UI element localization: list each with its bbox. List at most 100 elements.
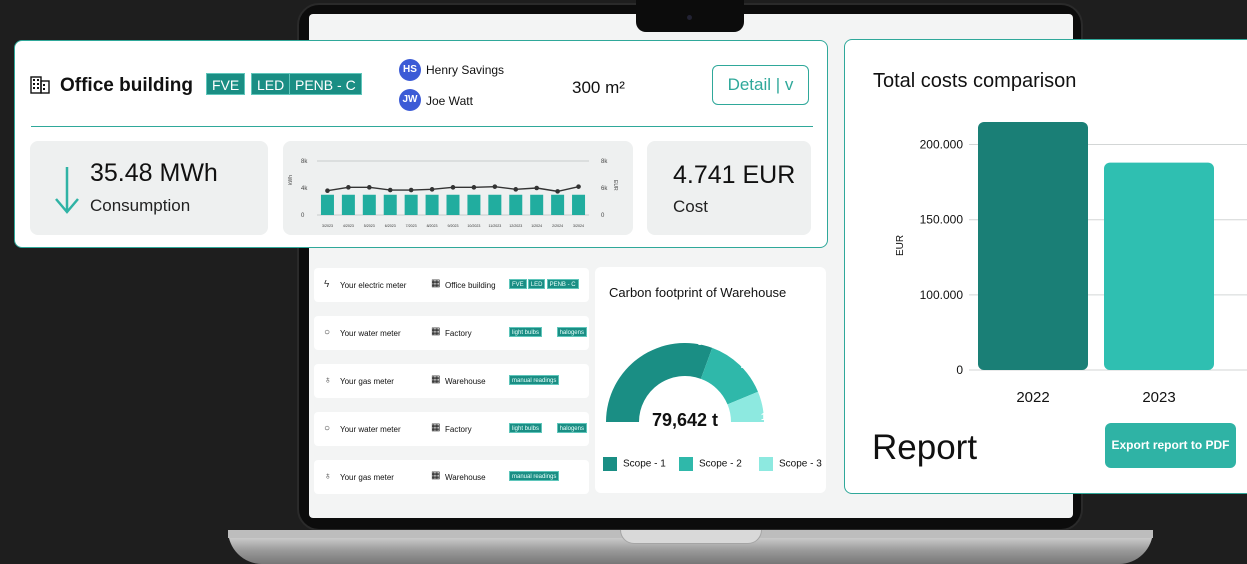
mini-line-point <box>471 185 477 190</box>
legend-scope-2: Scope - 2 <box>679 457 742 471</box>
costs-y-tick: 150.000 <box>920 213 964 227</box>
gas-flame-icon: ♁ <box>324 375 332 386</box>
tag-led[interactable]: LED <box>251 73 291 95</box>
building-icon: ▦ <box>431 422 441 433</box>
mini-line-point <box>325 188 330 193</box>
building-icon: ▦ <box>431 278 441 289</box>
report-title: Report <box>872 428 978 467</box>
mini-chart-svg: 8k 4k 0 8k 6k 0 kWh EUR 3/2023 4/2023 5/2023 6/2023… <box>288 159 618 228</box>
meter-building: Warehouse <box>445 473 486 482</box>
costs-y-tick: 0 <box>956 363 963 377</box>
cost-value: 4.741 EUR <box>673 161 796 189</box>
legend-label: Scope - 1 <box>623 458 666 470</box>
export-pdf-button[interactable]: Export report to PDF <box>1105 423 1236 468</box>
meter-tag[interactable]: manual readings <box>509 375 560 385</box>
mini-x-tick: 3/2023 <box>322 224 333 228</box>
mini-bar <box>467 194 481 215</box>
meter-name: Your water meter <box>340 425 401 434</box>
mini-left-axis-label: kWh <box>288 175 294 185</box>
meter-tag[interactable]: FVE <box>509 279 527 289</box>
carbon-footprint-card: Carbon footprint of Warehouse 61.2% 26.3%… <box>595 267 826 493</box>
consumption-box: 35.48 MWh Consumption <box>30 141 268 235</box>
person-name: Henry Savings <box>426 63 505 77</box>
tag-fve[interactable]: FVE <box>206 73 246 95</box>
consumption-mini-chart: 8k 4k 0 8k 6k 0 kWh EUR 3/2023 4/2023 5/2023 6/2023… <box>283 141 633 235</box>
mini-x-tick: 5/2023 <box>364 224 375 228</box>
mini-left-tick: 0 <box>301 213 305 219</box>
water-drop-icon: ○ <box>324 327 331 338</box>
costs-x-tick: 2022 <box>1016 389 1049 406</box>
meter-tag[interactable]: light bulbs <box>509 423 543 433</box>
meter-name: Your gas meter <box>340 377 394 386</box>
costs-bar <box>978 122 1088 370</box>
meter-row[interactable]: ♁ Your gas meter ▦ Warehouse manual readings <box>314 364 589 398</box>
mini-line-point <box>555 189 560 194</box>
costs-y-axis-label: EUR <box>895 235 906 256</box>
meter-name: Your water meter <box>340 329 401 338</box>
mini-x-tick: 2/2024 <box>552 224 563 228</box>
mini-x-tick: 9/2023 <box>448 224 459 228</box>
meter-tag[interactable]: PENB - C <box>546 279 579 289</box>
meter-row[interactable]: ♁ Your gas meter ▦ Warehouse manual readings <box>314 460 589 494</box>
tag-penb[interactable]: PENB - C <box>289 73 362 95</box>
legend-swatch <box>603 457 617 471</box>
building-icon: ▦ <box>431 374 441 385</box>
mini-left-tick: 4k <box>301 186 308 192</box>
laptop-notch <box>636 0 744 32</box>
building-area: 300 m² <box>572 78 625 97</box>
gas-flame-icon: ♁ <box>324 471 332 482</box>
carbon-total: 79,642 t <box>651 410 719 430</box>
legend-swatch <box>679 457 693 471</box>
mini-line-point <box>367 185 372 190</box>
meter-building: Factory <box>445 425 472 434</box>
mini-line-point <box>576 184 581 189</box>
arrow-down-icon <box>55 167 79 214</box>
building-title: Office building <box>60 75 193 96</box>
meter-name: Your electric meter <box>340 281 407 290</box>
mini-line-point <box>513 187 519 192</box>
mini-line-point <box>408 187 414 193</box>
mini-bar <box>425 194 439 215</box>
mini-bar <box>362 194 376 215</box>
mini-x-tick: 12/2023 <box>509 224 522 228</box>
costs-bar <box>1104 162 1214 370</box>
avatar[interactable]: HS <box>399 59 421 81</box>
meter-tag[interactable]: halogens <box>556 327 587 337</box>
meter-name: Your gas meter <box>340 473 394 482</box>
meter-tag[interactable]: light bulbs <box>509 327 543 337</box>
mini-line-point <box>492 184 498 189</box>
water-drop-icon: ○ <box>324 423 331 434</box>
mini-bar <box>572 194 586 215</box>
costs-bar-chart: 200.000 150.000 100.000 0 EUR 2022 2023 <box>895 122 1247 406</box>
carbon-slice-label: 61.2% <box>697 337 725 348</box>
legend-label: Scope - 3 <box>779 458 822 470</box>
building-icon <box>30 76 50 94</box>
avatar[interactable]: JW <box>399 89 421 111</box>
cost-box: 4.741 EUR Cost <box>647 141 811 235</box>
mini-bar <box>383 194 397 215</box>
detail-button[interactable]: Detail | v <box>712 65 809 105</box>
legend-label: Scope - 2 <box>699 458 742 470</box>
meter-tag[interactable]: halogens <box>556 423 587 433</box>
meter-row[interactable]: ○ Your water meter ▦ Factory light bulbs halo… <box>314 316 589 350</box>
meter-building: Office building <box>445 281 496 290</box>
mini-line-point <box>429 187 435 192</box>
legend-swatch <box>759 457 773 471</box>
costs-y-tick: 200.000 <box>920 138 964 152</box>
meter-tag[interactable]: manual readings <box>509 471 560 481</box>
mini-x-tick: 10/2023 <box>467 224 480 228</box>
mini-x-tick: 7/2023 <box>406 224 417 228</box>
mini-bar <box>341 194 355 215</box>
legend-scope-3: Scope - 3 <box>759 457 822 471</box>
meter-tag[interactable]: LED <box>527 279 546 289</box>
mini-x-tick: 4/2023 <box>343 224 354 228</box>
meter-row[interactable]: ○ Your water meter ▦ Factory light bulbs halo… <box>314 412 589 446</box>
mini-bar <box>320 194 334 215</box>
mini-line-point <box>534 185 539 191</box>
mini-right-tick: 0 <box>601 213 605 219</box>
mini-line-point <box>346 185 351 190</box>
mini-x-tick: 11/2023 <box>488 224 501 228</box>
meter-row[interactable]: ϟ Your electric meter ▦ Office building FVE L… <box>314 268 589 302</box>
mini-x-tick: 8/2023 <box>427 224 438 228</box>
meter-building: Warehouse <box>445 377 486 386</box>
